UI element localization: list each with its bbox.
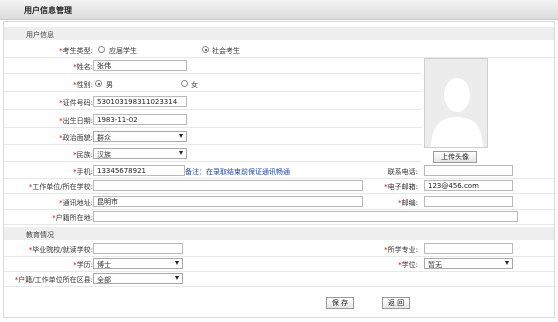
address-input[interactable] bbox=[93, 196, 363, 207]
birth-date-input[interactable] bbox=[93, 114, 187, 125]
degree-selected-value: 暂无 bbox=[428, 261, 442, 269]
hukou-district-label: *户籍/工作单位所在区县: bbox=[14, 276, 93, 284]
row-employer: *工作单位/所在学校: *电子邮箱: bbox=[4, 178, 554, 194]
gender-radio-male[interactable] bbox=[95, 80, 102, 87]
phone-input[interactable] bbox=[424, 165, 513, 176]
education-level-selected-value: 博士 bbox=[97, 261, 111, 269]
candidate-type-radio-fresh[interactable] bbox=[98, 46, 105, 53]
section-title-education: 教育情况 bbox=[26, 231, 54, 239]
save-button[interactable]: 保 存 bbox=[326, 297, 354, 309]
name-label: *姓名: bbox=[73, 63, 93, 71]
id-number-input[interactable] bbox=[93, 96, 187, 107]
gender-option-male: 男 bbox=[106, 81, 113, 89]
postcode-label: *邮编: bbox=[398, 199, 418, 207]
hukou-label: *户籍所在地: bbox=[52, 214, 93, 222]
candidate-type-option-social: 社会考生 bbox=[212, 47, 240, 55]
section-title-user-info: 用户信息 bbox=[26, 31, 54, 39]
politics-select[interactable]: 群众 bbox=[93, 131, 187, 142]
back-button[interactable]: 返 回 bbox=[382, 297, 410, 309]
name-input[interactable] bbox=[93, 60, 187, 71]
hukou-district-selected-value: 全部 bbox=[97, 276, 111, 284]
chevron-down-icon bbox=[179, 134, 183, 138]
ethnicity-label: *民族: bbox=[73, 151, 93, 159]
mobile-input[interactable] bbox=[93, 165, 185, 176]
ethnicity-selected-value: 汉族 bbox=[97, 151, 111, 159]
row-name: *姓名: bbox=[4, 58, 422, 74]
row-graduated-school: *毕业院校/就读学校: *所学专业: bbox=[4, 241, 554, 257]
mobile-note: 备注：在录取结束前保证通讯畅通 bbox=[185, 168, 290, 176]
phone-label: 联系电话: bbox=[387, 168, 418, 176]
row-gender: *性别: 男 女 bbox=[4, 76, 422, 92]
gender-label: *性别: bbox=[73, 81, 93, 89]
chevron-down-icon bbox=[505, 261, 509, 265]
row-education-level: *学历: 博士 *学位: 暂无 bbox=[4, 256, 554, 272]
ethnicity-select[interactable]: 汉族 bbox=[93, 148, 187, 159]
mobile-label: *手机: bbox=[73, 168, 93, 176]
email-label: *电子邮箱: bbox=[384, 183, 418, 191]
row-hukou: *户籍所在地: bbox=[4, 209, 554, 225]
row-birth-date: *出生日期: bbox=[4, 112, 422, 128]
education-level-select[interactable]: 博士 bbox=[93, 258, 183, 269]
hukou-input[interactable] bbox=[93, 211, 518, 222]
employer-label: *工作单位/所在学校: bbox=[28, 183, 93, 191]
birth-date-label: *出生日期: bbox=[59, 117, 93, 125]
row-ethnicity: *民族: 汉族 bbox=[4, 146, 422, 162]
major-label: *所学专业: bbox=[384, 246, 418, 254]
postcode-input[interactable] bbox=[424, 196, 513, 207]
chevron-down-icon bbox=[175, 276, 179, 280]
row-candidate-type: *考生类型: 应届学生 社会考生 bbox=[4, 42, 554, 58]
politics-label: *政治面貌: bbox=[59, 134, 93, 142]
employer-input[interactable] bbox=[93, 180, 363, 191]
row-id-number: *证件号码: bbox=[4, 94, 422, 110]
address-label: *通讯地址: bbox=[59, 199, 93, 207]
degree-select[interactable]: 暂无 bbox=[424, 258, 513, 269]
gender-option-female: 女 bbox=[191, 81, 198, 89]
row-hukou-district: *户籍/工作单位所在区县: 全部 bbox=[4, 271, 554, 287]
chevron-down-icon bbox=[179, 151, 183, 155]
education-level-label: *学历: bbox=[73, 261, 93, 269]
candidate-type-radio-social[interactable] bbox=[202, 46, 209, 53]
graduated-school-input[interactable] bbox=[93, 243, 183, 254]
row-mobile: *手机: 备注：在录取结束前保证通讯畅通 联系电话: bbox=[4, 163, 554, 179]
person-silhouette-icon bbox=[431, 78, 483, 147]
major-input[interactable] bbox=[424, 243, 513, 254]
gender-radio-female[interactable] bbox=[181, 80, 188, 87]
row-address: *通讯地址: *邮编: bbox=[4, 194, 554, 210]
title-bar: 用户信息管理 bbox=[0, 0, 558, 20]
candidate-type-label: *考生类型: bbox=[59, 47, 93, 55]
email-input[interactable] bbox=[424, 180, 513, 191]
page-title: 用户信息管理 bbox=[24, 6, 72, 15]
upload-avatar-button[interactable]: 上传头像 bbox=[433, 151, 477, 163]
chevron-down-icon bbox=[175, 261, 179, 265]
row-politics: *政治面貌: 群众 bbox=[4, 129, 422, 145]
section-education: 教育情况 bbox=[4, 227, 554, 240]
id-number-label: *证件号码: bbox=[59, 99, 93, 107]
hukou-district-select[interactable]: 全部 bbox=[93, 273, 183, 284]
section-user-info: 用户信息 bbox=[4, 27, 554, 40]
candidate-type-option-fresh: 应届学生 bbox=[109, 47, 137, 55]
graduated-school-label: *毕业院校/就读学校: bbox=[28, 246, 93, 254]
politics-selected-value: 群众 bbox=[97, 134, 111, 142]
degree-label: *学位: bbox=[398, 261, 418, 269]
avatar-photo bbox=[424, 58, 488, 148]
